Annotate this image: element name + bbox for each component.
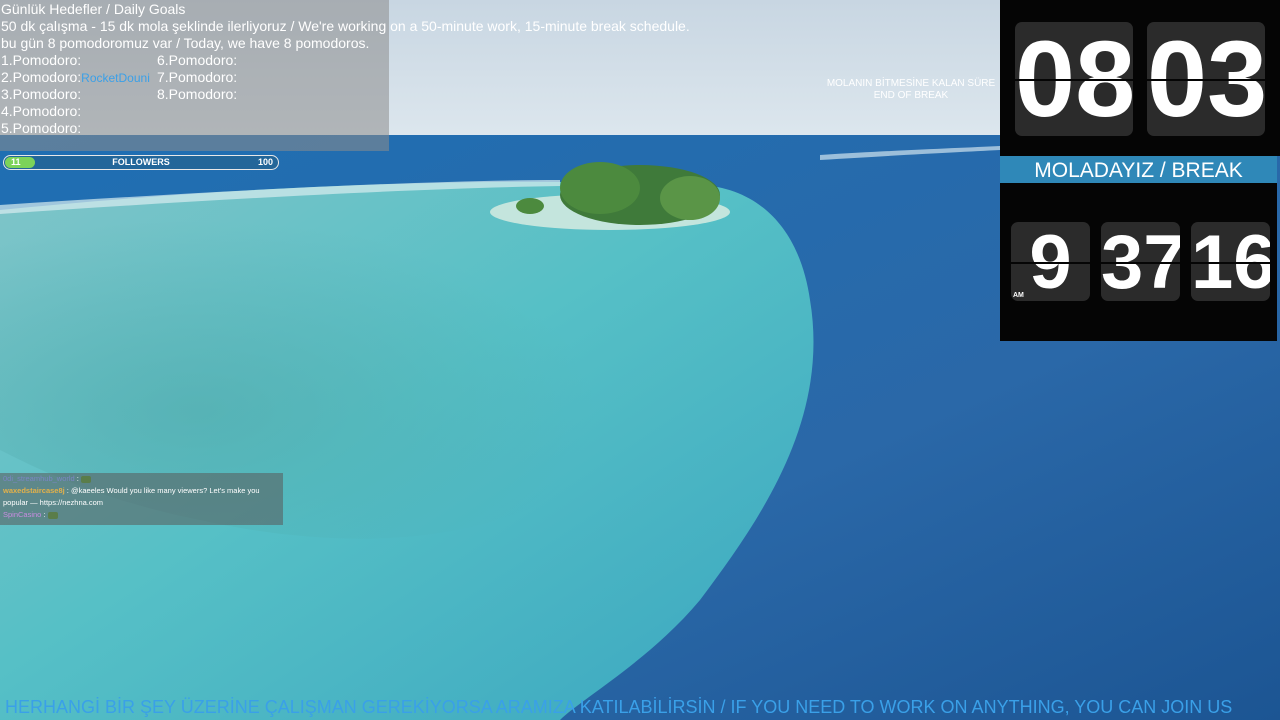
pomodoro-user: RocketDouni: [81, 71, 150, 85]
scrolling-ticker: HERHANGİ BİR ŞEY ÜZERİNE ÇALIŞMAN GEREKİ…: [5, 697, 1233, 717]
pomodoro-slot-2: 2.Pomodoro:RocketDouni: [1, 69, 150, 85]
chat-overlay: 0di_streamhub_world : waxedstaircase8j :…: [0, 473, 283, 525]
pomodoro-slot-8: 8.Pomodoro:: [157, 86, 238, 102]
clock-minute: 37: [1101, 222, 1180, 301]
clock-second: 16: [1191, 222, 1270, 301]
goals-schedule: 50 dk çalışma - 15 dk mola şeklinde iler…: [1, 18, 690, 34]
chat-text: @kaeeles Would you like many viewers? Le…: [70, 486, 260, 495]
status-banner: MOLADAYIZ / BREAK: [1000, 156, 1277, 183]
pomodoro-slot-7: 7.Pomodoro:: [157, 69, 238, 85]
clock-hour: 9: [1011, 222, 1090, 301]
goals-title: Günlük Hedefler / Daily Goals: [1, 1, 186, 17]
pomodoro-slot-5: 5.Pomodoro:: [1, 120, 82, 136]
countdown-minutes: 08: [1015, 22, 1133, 136]
break-remaining-tr: MOLANIN BİTMESİNE KALAN SÜRE: [826, 78, 996, 89]
break-remaining-label: MOLANIN BİTMESİNE KALAN SÜRE END OF BREA…: [818, 78, 1004, 102]
chat-message: waxedstaircase8j : @kaeeles Would you li…: [3, 486, 260, 495]
pomodoro-slot-4: 4.Pomodoro:: [1, 103, 82, 119]
clock-ampm: AM: [1013, 292, 1024, 299]
followers-goal: 100: [257, 157, 273, 167]
chat-message-continued: popular — https://nezhna.com: [3, 498, 104, 507]
followers-goal-bar: 11 FOLLOWERS 100: [3, 155, 279, 170]
chat-message: 0di_streamhub_world :: [0, 473, 283, 485]
chat-username: 0di_streamhub_world: [3, 474, 75, 483]
daily-goals-panel: Günlük Hedefler / Daily Goals 50 dk çalı…: [0, 0, 690, 151]
pomodoro-slot-3: 3.Pomodoro:: [1, 86, 82, 102]
frog-emote-icon: [80, 475, 91, 483]
goals-count: bu gün 8 pomodoromuz var / Today, we hav…: [1, 35, 370, 51]
frog-emote-icon: [47, 511, 58, 519]
chat-message: SpinCasino :: [0, 509, 283, 521]
pomodoro-slot-6: 6.Pomodoro:: [157, 52, 238, 68]
chat-username: SpinCasino: [3, 510, 42, 519]
countdown-seconds: 03: [1147, 22, 1265, 136]
break-remaining-en: END OF BREAK: [873, 90, 949, 101]
pomodoro-slot-1: 1.Pomodoro:: [1, 52, 82, 68]
followers-label: FOLLOWERS: [112, 157, 170, 167]
chat-username: waxedstaircase8j: [3, 486, 65, 495]
